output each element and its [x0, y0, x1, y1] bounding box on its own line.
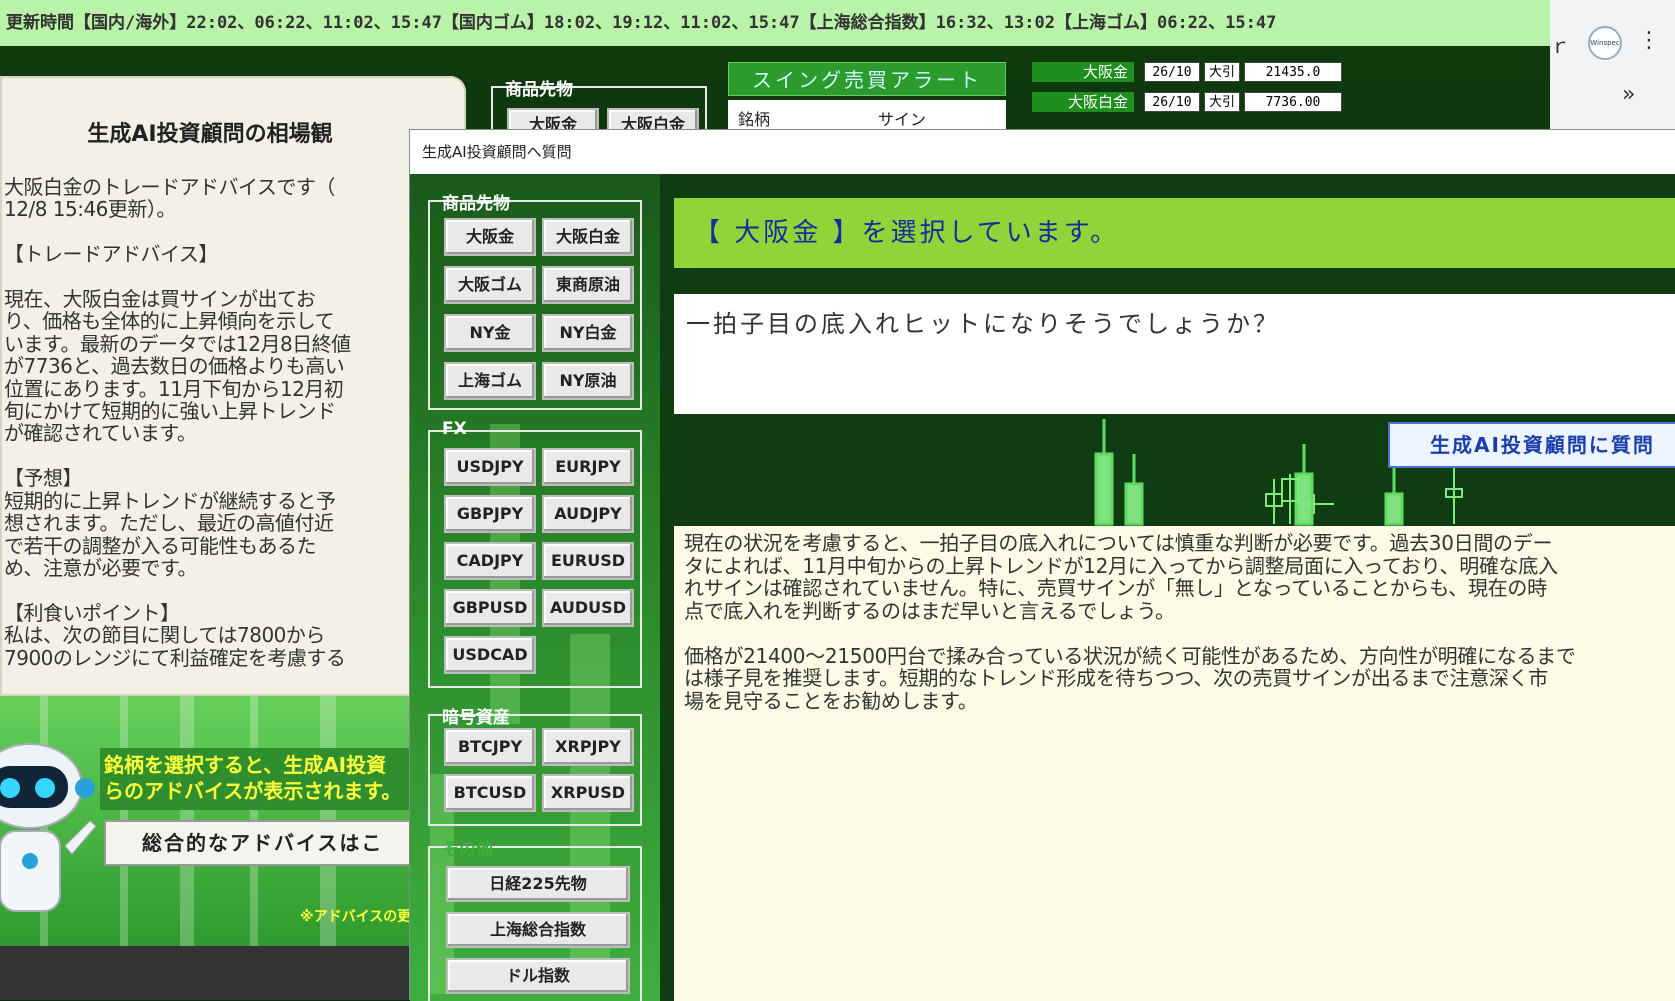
question-input[interactable]: 一拍子目の底入れヒットになりそうでしょうか？	[674, 294, 1675, 414]
browser-menu-icon[interactable]: ⋮	[1638, 28, 1660, 53]
symbol-button-osaka-rubber[interactable]: 大阪ゴム	[444, 266, 536, 304]
advice-banner: 銘柄を選択すると、生成AI投資 らのアドバイスが表示されます。 総合的なアドバイ…	[0, 696, 410, 946]
ask-ai-dialog: 生成AI投資顧問へ質問 商品先物 大阪金 大阪白金 大阪ゴム 東商原油 NY金 …	[409, 129, 1675, 1001]
symbol-button-cadjpy[interactable]: CADJPY	[444, 542, 536, 580]
extension-icon[interactable]: Winspec	[1588, 26, 1622, 60]
price-row: 大阪金 26/10 大引 21435.0	[1032, 62, 1342, 82]
symbol-button-shanghai-rubber[interactable]: 上海ゴム	[444, 362, 536, 400]
crypto-legend: 暗号資産	[442, 708, 510, 728]
symbol-button-usdcad[interactable]: USDCAD	[444, 636, 536, 674]
other-legend: その他	[442, 840, 493, 860]
symbol-button-xrpjpy[interactable]: XRPJPY	[542, 728, 634, 766]
symbol-button-audjpy[interactable]: AUDJPY	[542, 495, 634, 533]
selection-banner: 【 大阪金 】を選択しています。	[674, 198, 1675, 268]
ai-answer-text: 現在の状況を考慮すると、一拍子目の底入れについては慎重な判断が必要です。過去30…	[674, 526, 1675, 1001]
symbol-button-eurjpy[interactable]: EURJPY	[542, 448, 634, 486]
symbol-button-usdjpy[interactable]: USDJPY	[444, 448, 536, 486]
symbol-button-shanghai-composite[interactable]: 上海総合指数	[446, 912, 630, 948]
price-date: 26/10	[1144, 92, 1200, 112]
ask-ai-advisor-button[interactable]: 生成AI投資顧問に質問	[1388, 422, 1675, 468]
price-name: 大阪白金	[1032, 92, 1134, 112]
symbol-button-nikkei225[interactable]: 日経225先物	[446, 866, 630, 902]
symbol-button-osaka-gold[interactable]: 大阪金	[444, 218, 536, 256]
symbol-button-ny-crude[interactable]: NY原油	[542, 362, 634, 400]
swing-header-symbol: 銘柄	[738, 110, 771, 129]
selected-symbol-text: 【 大阪金 】を選択しています。	[694, 218, 1120, 248]
swing-alert-table: 銘柄 サイン	[728, 100, 1006, 130]
price-date: 26/10	[1144, 62, 1200, 82]
price-row: 大阪白金 26/10 大引 7736.00	[1032, 92, 1342, 112]
other-group: その他 日経225先物 上海総合指数 ドル指数	[428, 840, 642, 1001]
symbol-button-gbpjpy[interactable]: GBPJPY	[444, 495, 536, 533]
crypto-group: 暗号資産 BTCJPY XRPJPY BTCUSD XRPUSD	[428, 708, 642, 826]
advice-instruction-text: 銘柄を選択すると、生成AI投資 らのアドバイスが表示されます。	[100, 748, 410, 810]
commodities-legend: 商品先物	[442, 194, 510, 214]
back-commodities-legend: 商品先物	[505, 80, 573, 100]
symbol-button-ny-platinum[interactable]: NY白金	[542, 314, 634, 352]
swing-alert-title: スイング売買アラート	[728, 62, 1006, 96]
price-type: 大引	[1204, 92, 1240, 112]
symbol-button-eurusd[interactable]: EURUSD	[542, 542, 634, 580]
price-type: 大引	[1204, 62, 1240, 82]
browser-toolbar: ｒ Winspec ⋮ »	[1550, 0, 1675, 130]
swing-header-signal: サイン	[878, 110, 927, 129]
symbol-button-btcusd[interactable]: BTCUSD	[444, 774, 536, 812]
symbol-button-gbpusd[interactable]: GBPUSD	[444, 589, 536, 627]
overall-advice-button[interactable]: 総合的なアドバイスはこ	[104, 820, 410, 866]
left-bottom-bar	[0, 946, 410, 1000]
robot-mascot-icon	[0, 743, 97, 912]
market-view-panel: 生成AI投資顧問の相場観 大阪白金のトレードアドバイスです（ 12/8 15:4…	[0, 76, 466, 696]
symbol-sidebar: 商品先物 大阪金 大阪白金 大阪ゴム 東商原油 NY金 NY白金 上海ゴム NY…	[410, 174, 660, 1001]
toolbar-edge-glyph: ｒ	[1550, 34, 1570, 58]
question-area: 【 大阪金 】を選択しています。 一拍子目の底入れヒットになりそうでしょうか？ …	[660, 174, 1675, 1001]
market-view-text: 大阪白金のトレードアドバイスです（ 12/8 15:46更新）。 【トレードアド…	[4, 175, 351, 670]
symbol-button-dollar-index[interactable]: ドル指数	[446, 958, 630, 994]
dialog-body: 商品先物 大阪金 大阪白金 大阪ゴム 東商原油 NY金 NY白金 上海ゴム NY…	[410, 174, 1675, 1001]
symbol-button-btcjpy[interactable]: BTCJPY	[444, 728, 536, 766]
symbol-button-audusd[interactable]: AUDUSD	[542, 589, 634, 627]
price-value: 21435.0	[1244, 62, 1342, 82]
update-time-ticker: 更新時間【国内/海外】22:02、06:22、11:02、15:47【国内ゴム】…	[0, 0, 1550, 46]
fx-group: FX USDJPY EURJPY GBPJPY AUDJPY CADJPY EU…	[428, 419, 642, 688]
bookmarks-overflow-icon[interactable]: »	[1622, 82, 1635, 107]
symbol-button-tocom-crude[interactable]: 東商原油	[542, 266, 634, 304]
price-value: 7736.00	[1244, 92, 1342, 112]
dialog-title: 生成AI投資顧問へ質問	[410, 130, 1675, 174]
symbol-button-ny-gold[interactable]: NY金	[444, 314, 536, 352]
symbol-button-xrpusd[interactable]: XRPUSD	[542, 774, 634, 812]
commodities-group: 商品先物 大阪金 大阪白金 大阪ゴム 東商原油 NY金 NY白金 上海ゴム NY…	[428, 194, 642, 410]
price-name: 大阪金	[1032, 62, 1134, 82]
fx-legend: FX	[442, 419, 467, 439]
market-view-title: 生成AI投資顧問の相場観	[87, 122, 333, 147]
advice-update-note: ※アドバイスの更	[300, 909, 410, 925]
symbol-button-osaka-platinum[interactable]: 大阪白金	[542, 218, 634, 256]
